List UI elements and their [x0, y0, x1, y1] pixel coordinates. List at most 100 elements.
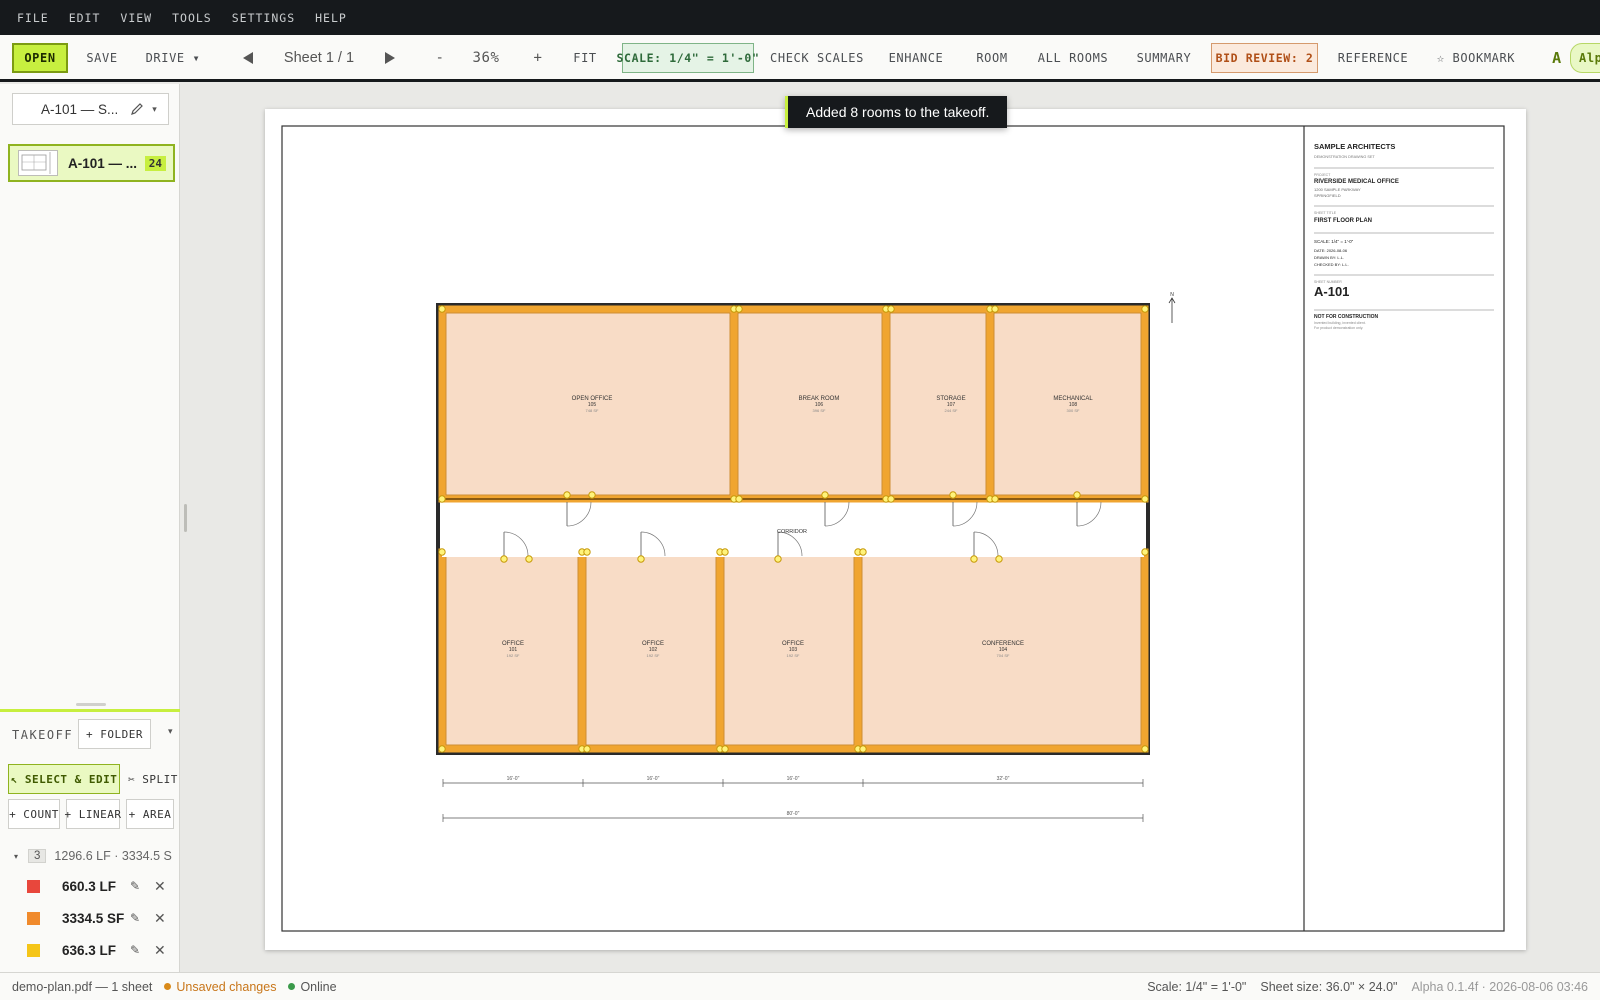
vertex-handle	[991, 305, 999, 313]
vertex-handle	[991, 495, 999, 503]
room-area-polygon	[882, 305, 994, 503]
vertex-handle	[995, 555, 1003, 563]
takeoff-item[interactable]: 3334.5 SF ✎ ✕	[22, 907, 172, 929]
document-select[interactable]: A-101 — S... ▾	[12, 93, 169, 125]
status-unsaved-label: Unsaved changes	[176, 979, 277, 994]
panel-resize-handle[interactable]	[76, 703, 106, 706]
takeoff-item[interactable]: 660.3 LF ✎ ✕	[22, 875, 172, 897]
zoom-out-button[interactable]: -	[432, 43, 448, 73]
status-version: Alpha 0.1.4f · 2026-08-06 03:46	[1411, 979, 1588, 994]
vertex-handle	[859, 745, 867, 753]
north-label: N	[1170, 292, 1174, 298]
reference-button[interactable]: REFERENCE	[1338, 43, 1408, 73]
drawing-canvas[interactable]: OPEN OFFICE 105 748 SF BREAK ROOM 106 39…	[181, 84, 1600, 972]
pencil-icon[interactable]	[130, 102, 144, 116]
status-bar: demo-plan.pdf — 1 sheet Unsaved changes …	[0, 972, 1600, 1000]
bid-review-button[interactable]: BID REVIEW: 2	[1211, 43, 1318, 73]
takeoff-value: 636.3 LF	[62, 942, 117, 958]
room-area: 704 SF	[997, 653, 1010, 658]
delete-icon[interactable]: ✕	[154, 910, 166, 927]
vertex-handle	[500, 555, 508, 563]
title-checked-by: CHECKED BY: L.L.	[1314, 262, 1349, 267]
sheet-list-item[interactable]: A-101 — ... 24	[8, 144, 175, 182]
zoom-level: 36%	[472, 50, 500, 66]
vertex-handle	[821, 491, 829, 499]
takeoff-group-row[interactable]: ▾ 3 1296.6 LF · 3334.5 S	[14, 846, 180, 866]
drive-dropdown[interactable]: DRIVE ▾	[146, 43, 200, 73]
room-area: 396 SF	[813, 408, 826, 413]
bookmark-button[interactable]: ☆ BOOKMARK	[1436, 43, 1516, 73]
next-sheet-button[interactable]	[380, 43, 400, 73]
vertex-handle	[1073, 491, 1081, 499]
delete-icon[interactable]: ✕	[154, 942, 166, 959]
nfc-note-1: Invented building, invented client.	[1314, 321, 1366, 325]
sidebar-collapse-handle[interactable]	[184, 504, 187, 532]
vertex-handle	[583, 548, 591, 556]
room-area: 192 SF	[507, 653, 520, 658]
color-swatch[interactable]	[27, 943, 40, 957]
add-folder-button[interactable]: + FOLDER	[78, 719, 151, 749]
firm-subtitle: DEMONSTRATION DRAWING SET	[1314, 155, 1375, 159]
menu-settings[interactable]: SETTINGS	[232, 11, 295, 25]
collapse-icon[interactable]: ▾	[14, 852, 18, 861]
vertex-handle	[1141, 305, 1149, 313]
menu-view[interactable]: VIEW	[120, 11, 152, 25]
takeoff-item[interactable]: 636.3 LF ✎ ✕	[22, 939, 172, 961]
split-button[interactable]: ✂ SPLIT	[126, 764, 180, 794]
fit-button[interactable]: FIT	[572, 43, 598, 73]
color-swatch[interactable]	[27, 911, 40, 925]
title-scale: SCALE: 1/4" = 1'-0"	[1314, 239, 1354, 244]
logo-letter: A	[1552, 49, 1562, 67]
vertex-handle	[721, 745, 729, 753]
triangle-left-icon	[242, 52, 253, 64]
title-drawn-by: DRAWN BY: L.L.	[1314, 255, 1344, 260]
sheet-title-label: SHEET TITLE	[1314, 211, 1337, 215]
chevron-down-icon[interactable]: ▾	[152, 104, 157, 115]
edit-icon[interactable]: ✎	[128, 879, 142, 893]
delete-icon[interactable]: ✕	[154, 878, 166, 895]
room-area: 300 SF	[1067, 408, 1080, 413]
edit-icon[interactable]: ✎	[128, 943, 142, 957]
vertex-handle	[735, 495, 743, 503]
vertex-handle	[563, 491, 571, 499]
vertex-handle	[637, 555, 645, 563]
room-button[interactable]: ROOM	[974, 43, 1010, 73]
floor-plan[interactable]: OPEN OFFICE 105 748 SF BREAK ROOM 106 39…	[265, 109, 1526, 950]
prev-sheet-button[interactable]	[238, 43, 258, 73]
color-swatch[interactable]	[27, 879, 40, 893]
triangle-right-icon	[384, 52, 395, 64]
save-button[interactable]: SAVE	[84, 43, 120, 73]
status-unsaved: Unsaved changes	[164, 980, 276, 994]
vertex-handle	[438, 495, 446, 503]
check-scales-button[interactable]: CHECK SCALES	[770, 43, 863, 73]
project-city: SPRINGFIELD	[1314, 193, 1341, 198]
vertex-handle	[1141, 495, 1149, 503]
add-linear-button[interactable]: + LINEAR	[65, 799, 121, 829]
enhance-button[interactable]: ENHANCE	[888, 43, 944, 73]
toolbar: OPEN SAVE DRIVE ▾ Sheet 1 / 1 - 36% + FI…	[0, 35, 1600, 82]
takeoff-value: 3334.5 SF	[62, 910, 125, 926]
vertex-handle	[949, 491, 957, 499]
add-count-button[interactable]: + COUNT	[8, 799, 60, 829]
menu-tools[interactable]: TOOLS	[172, 11, 212, 25]
scale-button[interactable]: SCALE: 1/4" = 1'-0"	[617, 43, 759, 73]
menu-file[interactable]: FILE	[17, 11, 49, 25]
add-area-button[interactable]: + AREA	[126, 799, 174, 829]
folder-menu-icon[interactable]: ▾	[168, 726, 173, 737]
group-item-count: 3	[28, 849, 47, 863]
room-area-polygon	[730, 305, 890, 503]
menu-help[interactable]: HELP	[315, 11, 347, 25]
vertex-handle	[1141, 745, 1149, 753]
vertex-handle	[438, 548, 446, 556]
north-arrow-icon: N	[1168, 292, 1176, 323]
open-button[interactable]: OPEN	[12, 43, 68, 73]
title-block: SAMPLE ARCHITECTS DEMONSTRATION DRAWING …	[1314, 142, 1494, 330]
edit-icon[interactable]: ✎	[128, 911, 142, 925]
select-edit-button[interactable]: ↖ SELECT & EDIT	[8, 764, 120, 794]
room-area: 192 SF	[787, 653, 800, 658]
zoom-in-button[interactable]: +	[530, 43, 546, 73]
room-area: 192 SF	[647, 653, 660, 658]
summary-button[interactable]: SUMMARY	[1136, 43, 1192, 73]
menu-edit[interactable]: EDIT	[69, 11, 101, 25]
all-rooms-button[interactable]: ALL ROOMS	[1038, 43, 1108, 73]
